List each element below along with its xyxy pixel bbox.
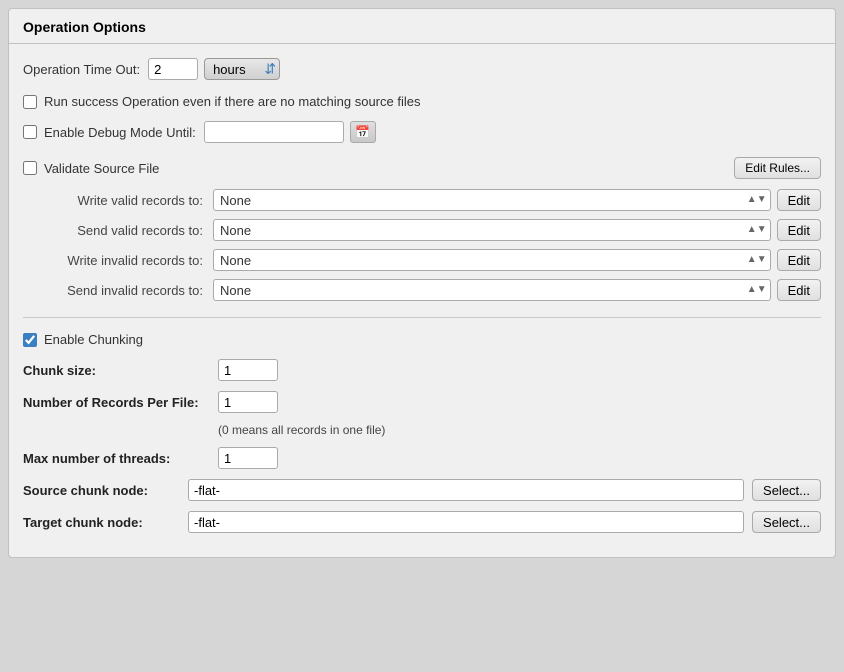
- send-invalid-edit-button[interactable]: Edit: [777, 279, 821, 301]
- validate-checkbox[interactable]: [23, 161, 37, 175]
- validate-section: Validate Source File Edit Rules... Write…: [23, 157, 821, 301]
- chunk-size-input[interactable]: [218, 359, 278, 381]
- validate-row-0: Write valid records to: None ▲▼ Edit: [43, 189, 821, 211]
- chunk-size-row: Chunk size:: [23, 359, 821, 381]
- calendar-button[interactable]: 📅: [350, 121, 376, 143]
- timeout-input[interactable]: [148, 58, 198, 80]
- source-chunk-label: Source chunk node:: [23, 483, 188, 498]
- write-valid-label: Write valid records to:: [43, 193, 213, 208]
- debug-label: Enable Debug Mode Until:: [44, 125, 196, 140]
- source-chunk-row: Source chunk node: Select...: [23, 479, 821, 501]
- write-invalid-select[interactable]: None: [213, 249, 771, 271]
- run-success-label: Run success Operation even if there are …: [44, 94, 420, 109]
- records-per-file-label: Number of Records Per File:: [23, 395, 218, 410]
- run-success-checkbox[interactable]: [23, 95, 37, 109]
- hours-select-wrapper: minutes hours days ⇵: [204, 58, 280, 80]
- validate-row-1: Send valid records to: None ▲▼ Edit: [43, 219, 821, 241]
- write-invalid-select-wrapper: None ▲▼: [213, 249, 771, 271]
- chunk-size-label: Chunk size:: [23, 363, 218, 378]
- hint-text: (0 means all records in one file): [23, 423, 821, 437]
- panel-content: Operation Time Out: minutes hours days ⇵…: [9, 44, 835, 557]
- run-success-row: Run success Operation even if there are …: [23, 94, 821, 109]
- debug-date-input[interactable]: [204, 121, 344, 143]
- target-chunk-label: Target chunk node:: [23, 515, 188, 530]
- source-chunk-select-button[interactable]: Select...: [752, 479, 821, 501]
- chunking-label: Enable Chunking: [44, 332, 143, 347]
- debug-checkbox[interactable]: [23, 125, 37, 139]
- validate-left: Validate Source File: [23, 161, 159, 176]
- max-threads-label: Max number of threads:: [23, 451, 218, 466]
- records-per-file-input[interactable]: [218, 391, 278, 413]
- write-valid-edit-button[interactable]: Edit: [777, 189, 821, 211]
- validate-label: Validate Source File: [44, 161, 159, 176]
- send-valid-label: Send valid records to:: [43, 223, 213, 238]
- source-chunk-input[interactable]: [188, 479, 744, 501]
- write-valid-select[interactable]: None: [213, 189, 771, 211]
- chunking-section: Enable Chunking Chunk size: Number of Re…: [23, 332, 821, 533]
- hours-select[interactable]: minutes hours days: [204, 58, 280, 80]
- send-valid-select-wrapper: None ▲▼: [213, 219, 771, 241]
- chunking-checkbox[interactable]: [23, 333, 37, 347]
- max-threads-row: Max number of threads:: [23, 447, 821, 469]
- records-per-file-row: Number of Records Per File:: [23, 391, 821, 413]
- max-threads-input[interactable]: [218, 447, 278, 469]
- send-invalid-select[interactable]: None: [213, 279, 771, 301]
- send-valid-select[interactable]: None: [213, 219, 771, 241]
- send-valid-edit-button[interactable]: Edit: [777, 219, 821, 241]
- validate-rows: Write valid records to: None ▲▼ Edit Sen…: [23, 189, 821, 301]
- send-invalid-select-wrapper: None ▲▼: [213, 279, 771, 301]
- validate-header: Validate Source File Edit Rules...: [23, 157, 821, 179]
- write-valid-select-wrapper: None ▲▼: [213, 189, 771, 211]
- validate-row-3: Send invalid records to: None ▲▼ Edit: [43, 279, 821, 301]
- target-chunk-select-button[interactable]: Select...: [752, 511, 821, 533]
- chunking-header: Enable Chunking: [23, 332, 821, 347]
- send-invalid-label: Send invalid records to:: [43, 283, 213, 298]
- operation-options-panel: Operation Options Operation Time Out: mi…: [8, 8, 836, 558]
- edit-rules-button[interactable]: Edit Rules...: [734, 157, 821, 179]
- write-invalid-edit-button[interactable]: Edit: [777, 249, 821, 271]
- timeout-row: Operation Time Out: minutes hours days ⇵: [23, 58, 821, 80]
- timeout-label: Operation Time Out:: [23, 62, 140, 77]
- debug-row: Enable Debug Mode Until: 📅: [23, 121, 821, 143]
- target-chunk-input[interactable]: [188, 511, 744, 533]
- target-chunk-row: Target chunk node: Select...: [23, 511, 821, 533]
- section-divider: [23, 317, 821, 318]
- validate-row-2: Write invalid records to: None ▲▼ Edit: [43, 249, 821, 271]
- write-invalid-label: Write invalid records to:: [43, 253, 213, 268]
- panel-title: Operation Options: [9, 9, 835, 44]
